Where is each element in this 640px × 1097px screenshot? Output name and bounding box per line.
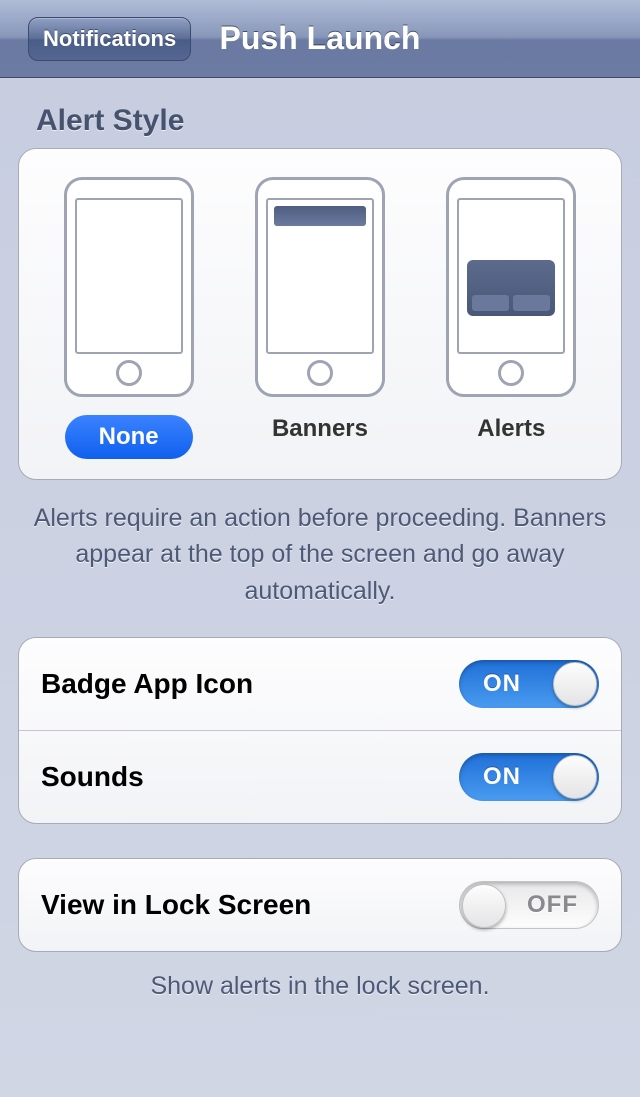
view-in-lock-screen-label: View in Lock Screen	[41, 889, 311, 921]
alert-style-option-alerts[interactable]: Alerts	[446, 177, 576, 459]
phone-icon-none	[64, 177, 194, 397]
alert-style-label: None	[65, 415, 193, 459]
alert-style-option-banners[interactable]: Banners	[255, 177, 385, 459]
toggle-knob-icon	[462, 884, 506, 928]
toggle-knob-icon	[553, 755, 597, 799]
toggle-knob-icon	[553, 662, 597, 706]
sounds-toggle[interactable]: ON	[459, 753, 599, 801]
toggle-on-text: ON	[483, 670, 521, 698]
back-button[interactable]: Notifications	[28, 17, 191, 61]
sounds-label: Sounds	[41, 761, 144, 793]
lock-screen-footer: Show alerts in the lock screen.	[0, 952, 640, 1021]
view-in-lock-screen-toggle[interactable]: OFF	[459, 881, 599, 929]
alert-style-label: Alerts	[477, 415, 545, 442]
back-button-label: Notifications	[28, 17, 191, 61]
badge-app-icon-row: Badge App Icon ON	[19, 638, 621, 731]
alert-style-group: None Banners Alerts	[18, 148, 622, 480]
settings-group-2: View in Lock Screen OFF	[18, 858, 622, 952]
alert-style-description: Alerts require an action before proceedi…	[0, 480, 640, 637]
alert-style-header: Alert Style	[0, 78, 640, 148]
alert-style-option-none[interactable]: None	[64, 177, 194, 459]
navigation-bar: Notifications Push Launch	[0, 0, 640, 78]
view-in-lock-screen-row: View in Lock Screen OFF	[19, 859, 621, 951]
badge-app-icon-label: Badge App Icon	[41, 668, 253, 700]
toggle-off-text: OFF	[527, 891, 578, 919]
phone-icon-banners	[255, 177, 385, 397]
settings-group-1: Badge App Icon ON Sounds ON	[18, 637, 622, 824]
sounds-row: Sounds ON	[19, 731, 621, 823]
page-title: Push Launch	[220, 20, 421, 57]
alert-style-label: Banners	[272, 415, 368, 442]
badge-app-icon-toggle[interactable]: ON	[459, 660, 599, 708]
phone-icon-alerts	[446, 177, 576, 397]
toggle-on-text: ON	[483, 763, 521, 791]
